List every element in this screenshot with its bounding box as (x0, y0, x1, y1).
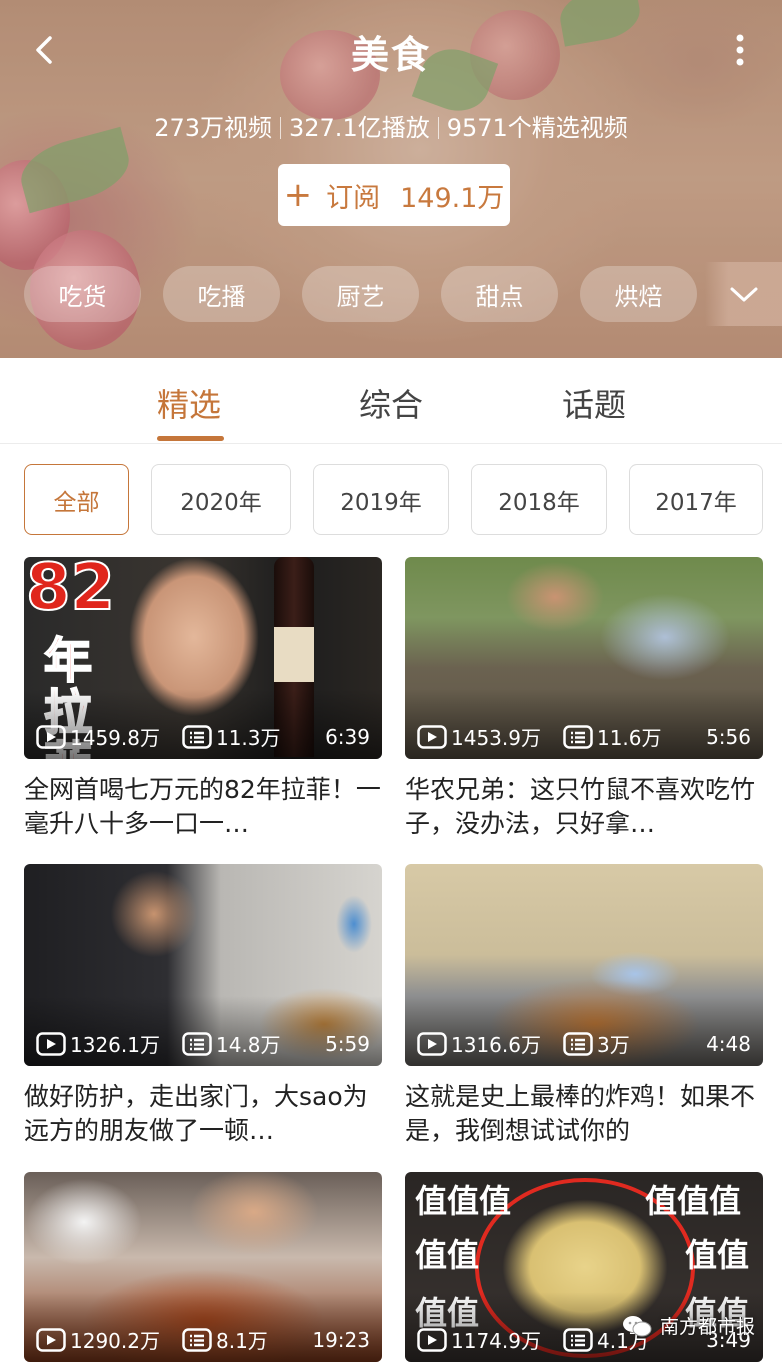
video-meta: 1459.8万 11.3万 6:39 (36, 722, 370, 751)
thumbnail-caption: 值值 (685, 1236, 750, 1274)
video-card[interactable]: 1326.1万 14.8万 5:59 做好防护，走出家门，大sao为远方的朋友做… (24, 864, 382, 1148)
divider (437, 117, 439, 139)
video-count: 273万视频 (154, 114, 272, 142)
video-meta: 1316.6万 3万 4:48 (417, 1029, 751, 1058)
danmaku-icon (182, 724, 212, 749)
subscribe-button[interactable]: + 订阅 149.1万 (278, 164, 510, 226)
video-meta: 1453.9万 11.6万 5:56 (417, 722, 751, 751)
play-count: 1316.6万 (451, 1033, 541, 1057)
play-icon (417, 724, 447, 749)
video-duration: 5:56 (706, 724, 751, 749)
video-title[interactable]: 全网首喝七万元的82年拉菲！一毫升八十多一口一… (24, 773, 382, 841)
play-icon (417, 1031, 447, 1056)
play-count: 1326.1万 (70, 1033, 160, 1057)
video-card[interactable]: 1453.9万 11.6万 5:56 华农兄弟：这只竹鼠不喜欢吃竹子，没办法，只… (405, 557, 763, 841)
more-options-button[interactable] (722, 30, 758, 70)
topic-header: 美食 273万视频 327.1亿播放 9571个精选视频 + 订阅 149.1万 吃… (0, 0, 782, 358)
year-filter-bar: 全部 2020年 2019年 2018年 2017年 (24, 464, 763, 535)
comment-count: 11.6万 (596, 726, 662, 750)
video-thumbnail[interactable]: 1453.9万 11.6万 5:56 (405, 557, 763, 759)
subscriber-count: 149.1万 (400, 182, 505, 214)
tag-list: 吃货 吃播 厨艺 甜点 烘焙 (24, 266, 697, 322)
play-count: 1459.8万 (70, 726, 160, 750)
video-title[interactable]: 华农兄弟：这只竹鼠不喜欢吃竹子，没办法，只好拿… (405, 773, 763, 841)
subscribe-label: 订阅 (326, 182, 381, 214)
chevron-down-icon (728, 284, 760, 304)
video-meta: 1326.1万 14.8万 5:59 (36, 1029, 370, 1058)
more-vertical-icon (722, 30, 758, 70)
video-title[interactable]: 做好防护，走出家门，大sao为远方的朋友做了一顿… (24, 1080, 382, 1148)
comment-count: 11.3万 (215, 726, 281, 750)
danmaku-icon (563, 1327, 593, 1352)
video-duration: 5:59 (325, 1031, 370, 1056)
plus-icon: + (283, 175, 313, 215)
watermark-text: 南方都市报 (660, 1316, 756, 1338)
topic-title: 美食 (350, 33, 431, 77)
tag-tiandian[interactable]: 甜点 (441, 266, 558, 322)
filter-2017[interactable]: 2017年 (629, 464, 763, 535)
wechat-icon (622, 1314, 652, 1338)
filter-2018[interactable]: 2018年 (471, 464, 607, 535)
play-icon (36, 724, 66, 749)
play-count: 1174.9万 (451, 1329, 541, 1353)
video-thumbnail[interactable]: 1290.2万 8.1万 19:23 (24, 1172, 382, 1362)
tag-chuyi[interactable]: 厨艺 (302, 266, 419, 322)
filter-2020[interactable]: 2020年 (151, 464, 291, 535)
filter-all[interactable]: 全部 (24, 464, 129, 535)
video-duration: 4:48 (706, 1031, 751, 1056)
tag-hongbei[interactable]: 烘焙 (580, 266, 697, 322)
thumbnail-caption: 值值值 (415, 1182, 512, 1220)
tab-topics[interactable]: 话题 (562, 380, 626, 426)
play-count: 327.1亿播放 (289, 114, 430, 142)
video-title[interactable]: 这就是史上最棒的炸鸡！如果不是，我倒想试试你的 (405, 1080, 763, 1148)
video-card[interactable]: 1290.2万 8.1万 19:23 (24, 1172, 382, 1362)
content-tabs: 精选 综合 话题 (0, 358, 782, 444)
comment-count: 14.8万 (215, 1033, 281, 1057)
thumbnail-caption: 值值值 (645, 1182, 742, 1220)
play-count: 1290.2万 (70, 1329, 160, 1353)
wine-label (274, 627, 314, 682)
comment-count: 3万 (596, 1033, 630, 1057)
video-card[interactable]: 1316.6万 3万 4:48 这就是史上最棒的炸鸡！如果不是，我倒想试试你的 (405, 864, 763, 1148)
danmaku-icon (182, 1327, 212, 1352)
thumbnail-caption: 值值 (415, 1236, 480, 1274)
video-duration: 6:39 (325, 724, 370, 749)
thumbnail-caption: 82 (25, 557, 116, 626)
watermark: 南方都市报 (622, 1312, 755, 1339)
expand-tags-button[interactable] (705, 262, 782, 326)
video-thumbnail[interactable]: 1316.6万 3万 4:48 (405, 864, 763, 1066)
divider (280, 117, 281, 139)
video-duration: 19:23 (312, 1327, 370, 1352)
danmaku-icon (563, 724, 593, 749)
play-icon (417, 1327, 447, 1352)
tag-chihuo[interactable]: 吃货 (24, 266, 141, 322)
play-icon (36, 1327, 66, 1352)
video-thumbnail[interactable]: 82 年 拉 菲 1459.8万 11.3万 6:39 (24, 557, 382, 759)
tab-featured[interactable]: 精选 (157, 380, 221, 426)
comment-count: 8.1万 (215, 1329, 268, 1353)
featured-count: 9571个精选视频 (446, 114, 628, 142)
active-tab-indicator (157, 436, 224, 441)
topic-stats: 273万视频 327.1亿播放 9571个精选视频 (0, 108, 782, 143)
video-meta: 1290.2万 8.1万 19:23 (36, 1325, 370, 1354)
video-thumbnail[interactable]: 1326.1万 14.8万 5:59 (24, 864, 382, 1066)
play-icon (36, 1031, 66, 1056)
filter-2019[interactable]: 2019年 (313, 464, 449, 535)
play-count: 1453.9万 (451, 726, 541, 750)
tab-general[interactable]: 综合 (359, 380, 423, 426)
video-card[interactable]: 82 年 拉 菲 1459.8万 11.3万 6:39 全网首喝七万元的82年拉… (24, 557, 382, 841)
danmaku-icon (182, 1031, 212, 1056)
danmaku-icon (563, 1031, 593, 1056)
tag-chibo[interactable]: 吃播 (163, 266, 280, 322)
